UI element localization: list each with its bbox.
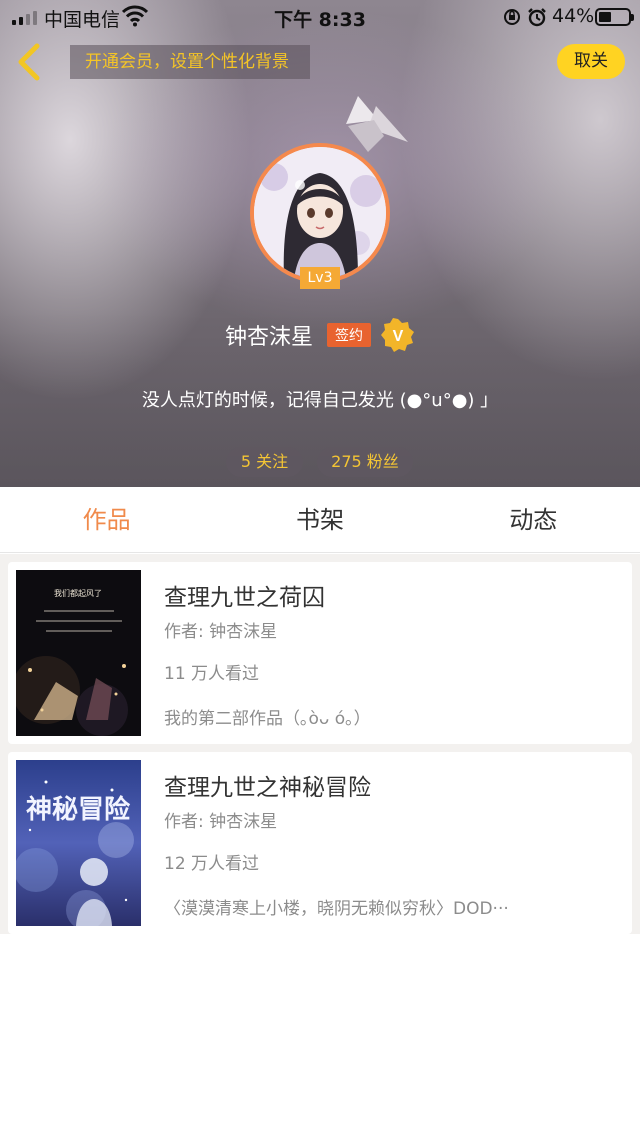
chevron-left-icon bbox=[18, 43, 40, 81]
battery-icon bbox=[595, 8, 634, 26]
list-item[interactable]: 我们都起风了 查理九世之荷囚 作者: 钟杏沫星 11 万人看过 我的第二部作品（… bbox=[8, 562, 632, 744]
avatar-illustration bbox=[254, 147, 386, 279]
carrot-leaf-icon bbox=[346, 96, 408, 152]
book-cover-art: 我们都起风了 bbox=[16, 570, 141, 736]
list-item[interactable]: 神秘冒险 查理九世之神秘冒险 作者: 钟杏沫星 12 万人看过 〈漠漠清寒上小楼… bbox=[8, 752, 632, 934]
book-description: 我的第二部作品（｡òᴗ ó｡） bbox=[164, 709, 371, 729]
user-bio: 没人点灯的时候，记得自己发光 (●°u°●) 」 bbox=[141, 390, 499, 411]
cover-title: 神秘冒险 bbox=[26, 794, 131, 825]
tab-activity[interactable]: 动态 bbox=[427, 487, 640, 552]
avatar[interactable] bbox=[250, 143, 390, 283]
profile-header: 中国电信 下午 8:33 44% 开通会员，设置个性化背景 取关 Lv3 钟杏沫… bbox=[0, 0, 640, 487]
signed-badge: 签约 bbox=[327, 323, 371, 347]
book-author: 作者: 钟杏沫星 bbox=[164, 812, 278, 832]
alarm-icon bbox=[528, 8, 546, 27]
book-description: 〈漠漠清寒上小楼，晓阴无赖似穷秋〉DOD··· bbox=[164, 899, 509, 919]
book-cover[interactable]: 我们都起风了 bbox=[16, 570, 141, 736]
vip-background-banner[interactable]: 开通会员，设置个性化背景 bbox=[70, 45, 310, 79]
rotation-lock-icon bbox=[504, 9, 520, 25]
book-author: 作者: 钟杏沫星 bbox=[164, 622, 278, 642]
followers-count[interactable]: 275 粉丝 bbox=[317, 447, 413, 477]
svg-text:V: V bbox=[393, 328, 404, 345]
works-list: 我们都起风了 查理九世之荷囚 作者: 钟杏沫星 11 万人看过 我的第二部作品（… bbox=[0, 554, 640, 934]
tab-works[interactable]: 作品 bbox=[0, 487, 213, 552]
cover-title: 我们都起风了 bbox=[54, 588, 102, 598]
back-button[interactable] bbox=[10, 40, 50, 84]
book-view-count: 12 万人看过 bbox=[164, 854, 260, 874]
following-count[interactable]: 5 关注 bbox=[226, 447, 303, 477]
book-cover-art: 神秘冒险 bbox=[16, 760, 141, 926]
book-title[interactable]: 查理九世之荷囚 bbox=[164, 578, 325, 612]
status-bar: 中国电信 下午 8:33 44% bbox=[0, 0, 640, 34]
book-view-count: 11 万人看过 bbox=[164, 664, 260, 684]
book-cover[interactable]: 神秘冒险 bbox=[16, 760, 141, 926]
username: 钟杏沫星 bbox=[224, 325, 313, 350]
battery-percentage: 44% bbox=[552, 5, 595, 27]
unfollow-button[interactable]: 取关 bbox=[557, 44, 625, 79]
profile-tabs: 作品 书架 动态 bbox=[0, 487, 640, 553]
book-title[interactable]: 查理九世之神秘冒险 bbox=[164, 768, 371, 802]
level-badge: Lv3 bbox=[300, 267, 340, 289]
v-badge-icon: V bbox=[381, 318, 414, 352]
name-row: 钟杏沫星 签约 V bbox=[0, 316, 640, 354]
tab-bookshelf[interactable]: 书架 bbox=[213, 487, 426, 552]
